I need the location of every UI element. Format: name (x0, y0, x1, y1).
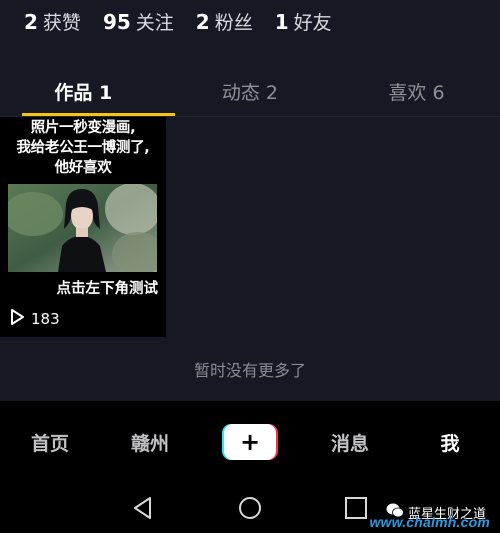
nav-me[interactable]: 我 (400, 429, 500, 456)
circle-home-icon[interactable] (235, 493, 265, 523)
create-button[interactable]: + (222, 424, 278, 460)
nav-city[interactable]: 赣州 (100, 429, 200, 456)
video-thumbnail (8, 184, 157, 272)
video-caption-line: 照片一秒变漫画, (30, 120, 136, 136)
square-recent-icon[interactable] (341, 493, 371, 523)
stat-followers-value: 2 (195, 9, 210, 34)
stat-following[interactable]: 95 关注 (103, 8, 174, 35)
stat-followers[interactable]: 2 粉丝 (196, 8, 253, 35)
nav-messages[interactable]: 消息 (300, 429, 400, 456)
watermark-url: www.chalmh.com (369, 514, 490, 530)
tab-liked-label: 喜欢 6 (388, 81, 445, 104)
bottom-nav: 首页 赣州 + 消息 我 (0, 401, 500, 483)
stat-followers-label: 粉丝 (214, 11, 253, 34)
video-caption: 照片一秒变漫画, 我给老公王一博测了, 他好喜欢 (0, 117, 166, 178)
profile-tabs: 作品 1 动态 2 喜欢 6 (0, 66, 500, 116)
stat-likes[interactable]: 2 获赞 (24, 8, 81, 35)
stat-following-label: 关注 (135, 11, 174, 34)
tab-moments-label: 动态 2 (221, 81, 278, 104)
stat-following-value: 95 (102, 9, 131, 34)
tab-works-label: 作品 1 (54, 81, 113, 104)
stat-likes-label: 获赞 (42, 11, 81, 34)
stat-likes-value: 2 (24, 9, 38, 34)
play-outline-icon (9, 308, 25, 330)
plus-icon: + (224, 424, 276, 460)
tab-liked[interactable]: 喜欢 6 (333, 66, 500, 116)
play-count: 183 (31, 310, 60, 328)
video-caption-line: 他好喜欢 (54, 160, 112, 176)
profile-stats: 2 获赞 95 关注 2 粉丝 1 好友 (24, 6, 332, 36)
profile-page: 2 获赞 95 关注 2 粉丝 1 好友 作品 1 动态 2 喜欢 6 照片一秒… (0, 0, 500, 533)
video-subtitle: 点击左下角测试 (56, 281, 159, 297)
tab-moments[interactable]: 动态 2 (167, 66, 334, 116)
video-caption-line: 我给老公王一博测了, (16, 140, 150, 156)
stat-friends-label: 好友 (293, 11, 332, 34)
triangle-back-icon[interactable] (128, 493, 158, 523)
nav-home[interactable]: 首页 (0, 429, 100, 456)
video-tile[interactable]: 照片一秒变漫画, 我给老公王一博测了, 他好喜欢 点击左下角测试 183 (0, 117, 166, 337)
stat-friends-value: 1 (274, 9, 289, 34)
no-more-text: 暂时没有更多了 (193, 361, 306, 380)
tab-works[interactable]: 作品 1 (0, 66, 175, 116)
play-count-row: 183 (9, 309, 60, 329)
stat-friends[interactable]: 1 好友 (275, 8, 332, 35)
nav-create: + (200, 424, 300, 460)
